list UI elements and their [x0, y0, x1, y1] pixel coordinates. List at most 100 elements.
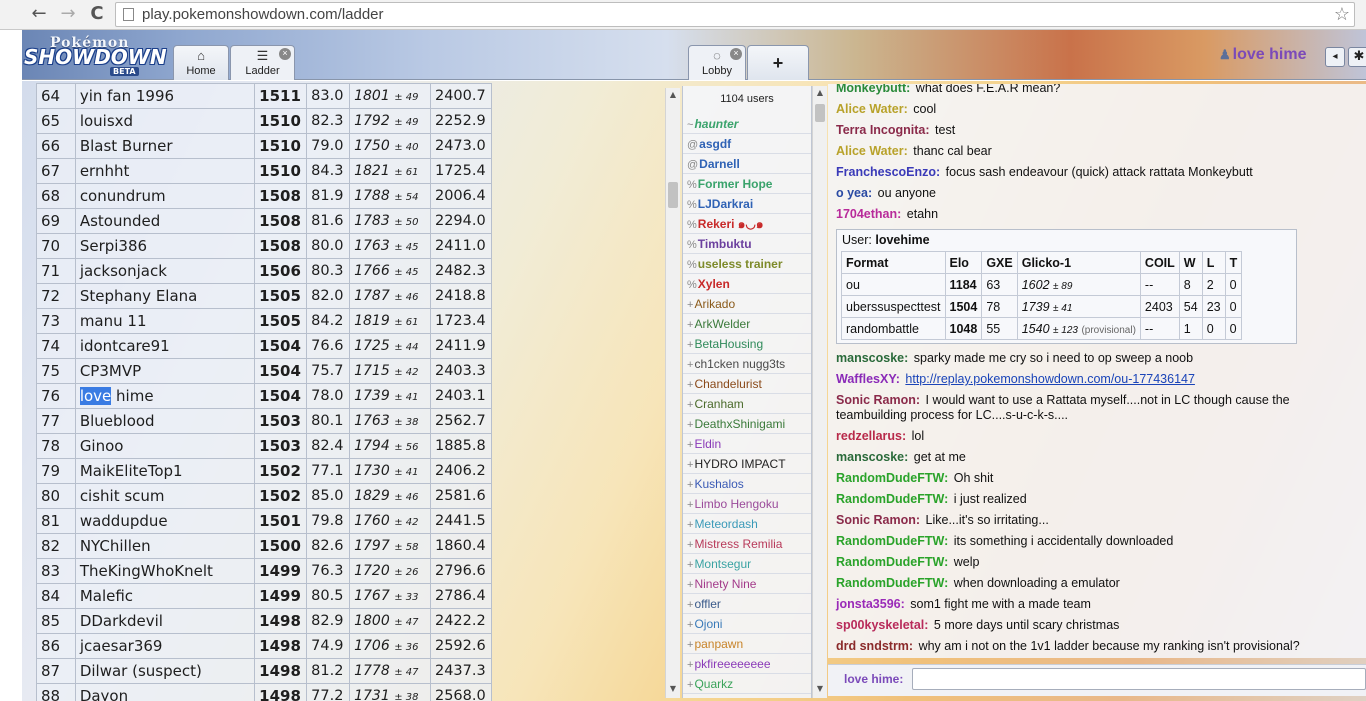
user-list-item[interactable]: +Ojoni — [683, 614, 811, 634]
ladder-scrollbar[interactable]: ▲ ▼ — [665, 88, 680, 698]
user-list-item[interactable]: +pkfireeeeeeee — [683, 654, 811, 674]
sound-icon[interactable]: ◂ — [1325, 47, 1345, 67]
player-name-cell[interactable]: Astounded — [74, 208, 256, 234]
player-name-cell[interactable]: Stephany Elana — [74, 283, 256, 309]
player-name-cell[interactable]: jcaesar369 — [74, 633, 256, 659]
chat-username[interactable]: WafflesXY: — [836, 372, 900, 386]
scroll-thumb[interactable] — [668, 182, 678, 208]
chat-username[interactable]: 1704ethan: — [836, 207, 901, 221]
player-name-cell[interactable]: MaikEliteTop1 — [74, 458, 256, 484]
chat-username[interactable]: RandomDudeFTW: — [836, 471, 948, 485]
scroll-thumb[interactable] — [815, 104, 825, 122]
replay-link[interactable]: http://replay.pokemonshowdown.com/ou-177… — [905, 372, 1195, 386]
player-name-cell[interactable]: louisxd — [74, 108, 256, 134]
user-list-item[interactable]: +Chandelurist — [683, 374, 811, 394]
player-name-cell[interactable]: Ginoo — [74, 433, 256, 459]
current-user[interactable]: ♟ love hime — [1219, 46, 1306, 64]
chat-username[interactable]: o yea: — [836, 186, 872, 200]
user-list-item[interactable]: +DeathxShinigami — [683, 414, 811, 434]
scroll-up-icon[interactable]: ▲ — [666, 88, 680, 102]
showdown-logo[interactable]: Pokémon SHOWDOWN BETA — [24, 35, 167, 77]
gear-icon[interactable]: ✱ — [1348, 47, 1366, 67]
scroll-down-icon[interactable]: ▼ — [813, 682, 827, 696]
user-list-item[interactable]: +Kushalos — [683, 474, 811, 494]
close-icon[interactable]: × — [279, 48, 291, 60]
chat-username[interactable]: FranchescoEnzo: — [836, 165, 940, 179]
user-list-item[interactable]: %Rekeri ๑◡๑ — [683, 214, 811, 234]
user-list-item[interactable]: +ch1cken nugg3ts — [683, 354, 811, 374]
user-list-item[interactable]: %Former Hope — [683, 174, 811, 194]
player-name-cell[interactable]: Malefic — [74, 583, 256, 609]
player-name-cell[interactable]: ernhht — [74, 158, 256, 184]
player-name-cell[interactable]: idontcare91 — [74, 333, 256, 359]
user-list-item[interactable]: +HYDRO IMPACT — [683, 454, 811, 474]
close-icon[interactable]: × — [730, 48, 742, 60]
chat-input[interactable] — [912, 668, 1366, 690]
player-name-cell[interactable]: Dilwar (suspect) — [74, 658, 256, 684]
chat-username[interactable]: Sonic Ramon: — [836, 513, 920, 527]
chat-username[interactable]: manscoske: — [836, 351, 908, 365]
bookmark-star-icon[interactable]: ☆ — [1334, 3, 1350, 26]
tab-ladder[interactable]: ☰ Ladder × — [230, 45, 295, 80]
scroll-up-icon[interactable]: ▲ — [813, 86, 827, 100]
new-tab-button[interactable]: + — [747, 45, 809, 80]
chat-username[interactable]: RandomDudeFTW: — [836, 492, 948, 506]
chat-username[interactable]: sp00kyskeletal: — [836, 618, 928, 632]
chat-username[interactable]: Terra Incognita: — [836, 123, 930, 137]
chat-username[interactable]: RandomDudeFTW: — [836, 555, 948, 569]
player-name-cell[interactable]: DDarkdevil — [74, 608, 256, 634]
forward-arrow-icon[interactable]: → — [57, 3, 79, 25]
tab-lobby[interactable]: ◌ Lobby × — [688, 45, 746, 80]
chat-username[interactable]: redzellarus: — [836, 429, 906, 443]
player-name-cell[interactable]: NYChillen — [74, 533, 256, 559]
back-arrow-icon[interactable]: ← — [28, 3, 50, 25]
tab-home[interactable]: ⌂ Home — [173, 45, 229, 80]
scroll-down-icon[interactable]: ▼ — [666, 682, 680, 696]
user-list-item[interactable]: +ArkWelder — [683, 314, 811, 334]
user-list-item[interactable]: @Darnell — [683, 154, 811, 174]
user-list-item[interactable]: +Mistress Remilia — [683, 534, 811, 554]
user-list-item[interactable]: %Xylen — [683, 274, 811, 294]
user-list-item[interactable]: +Eldin — [683, 434, 811, 454]
player-name-cell[interactable]: Dayon — [74, 683, 256, 701]
chat-username[interactable]: Monkeybutt: — [836, 84, 910, 95]
chat-username[interactable]: manscoske: — [836, 450, 908, 464]
player-name-cell[interactable]: Blast Burner — [74, 133, 256, 159]
user-list-item[interactable]: @asgdf — [683, 134, 811, 154]
chat-username[interactable]: Alice Water: — [836, 102, 908, 116]
user-list-item[interactable]: +Montsegur — [683, 554, 811, 574]
address-bar[interactable]: play.pokemonshowdown.com/ladder ☆ — [115, 2, 1355, 27]
player-name-cell[interactable]: CP3MVP — [74, 358, 256, 384]
chat-username[interactable]: RandomDudeFTW: — [836, 534, 948, 548]
chat-username[interactable]: Alice Water: — [836, 144, 908, 158]
user-list-item[interactable]: +Meteordash — [683, 514, 811, 534]
player-name-cell[interactable]: TheKingWhoKnelt — [74, 558, 256, 584]
user-list-item[interactable]: %useless trainer — [683, 254, 811, 274]
player-name-cell[interactable]: manu 11 — [74, 308, 256, 334]
chat-username[interactable]: Sonic Ramon: — [836, 393, 920, 407]
user-list-item[interactable]: +Cranham — [683, 394, 811, 414]
user-list-item[interactable]: +Quarkz — [683, 674, 811, 694]
player-name-cell[interactable]: jacksonjack — [74, 258, 256, 284]
player-name-cell[interactable]: Blueblood — [74, 408, 256, 434]
player-name-cell[interactable]: conundrum — [74, 183, 256, 209]
user-list-item[interactable]: +Arikado — [683, 294, 811, 314]
player-name-cell[interactable]: Serpi386 — [74, 233, 256, 259]
userlist-scrollbar[interactable]: ▲ ▼ — [812, 86, 827, 698]
user-list-item[interactable]: +BetaHousing — [683, 334, 811, 354]
player-name-cell[interactable]: waddupdue — [74, 508, 256, 534]
user-list-item[interactable]: +offler — [683, 594, 811, 614]
user-list-item[interactable]: +Limbo Hengoku — [683, 494, 811, 514]
user-list-item[interactable]: +Ninety Nine — [683, 574, 811, 594]
chat-username[interactable]: jonsta3596: — [836, 597, 905, 611]
player-name-cell[interactable]: cishit scum — [74, 483, 256, 509]
user-list-item[interactable]: %Timbuktu — [683, 234, 811, 254]
user-list-item[interactable]: ~haunter — [683, 114, 811, 134]
reload-icon[interactable]: C — [86, 3, 108, 25]
chat-username[interactable]: RandomDudeFTW: — [836, 576, 948, 590]
player-name-cell[interactable]: yin fan 1996 — [74, 83, 256, 109]
user-list-item[interactable]: +panpawn — [683, 634, 811, 654]
player-name-cell[interactable]: love hime — [74, 383, 256, 409]
chat-username[interactable]: drd sndstrm: — [836, 639, 913, 653]
user-list-item[interactable]: %LJDarkrai — [683, 194, 811, 214]
